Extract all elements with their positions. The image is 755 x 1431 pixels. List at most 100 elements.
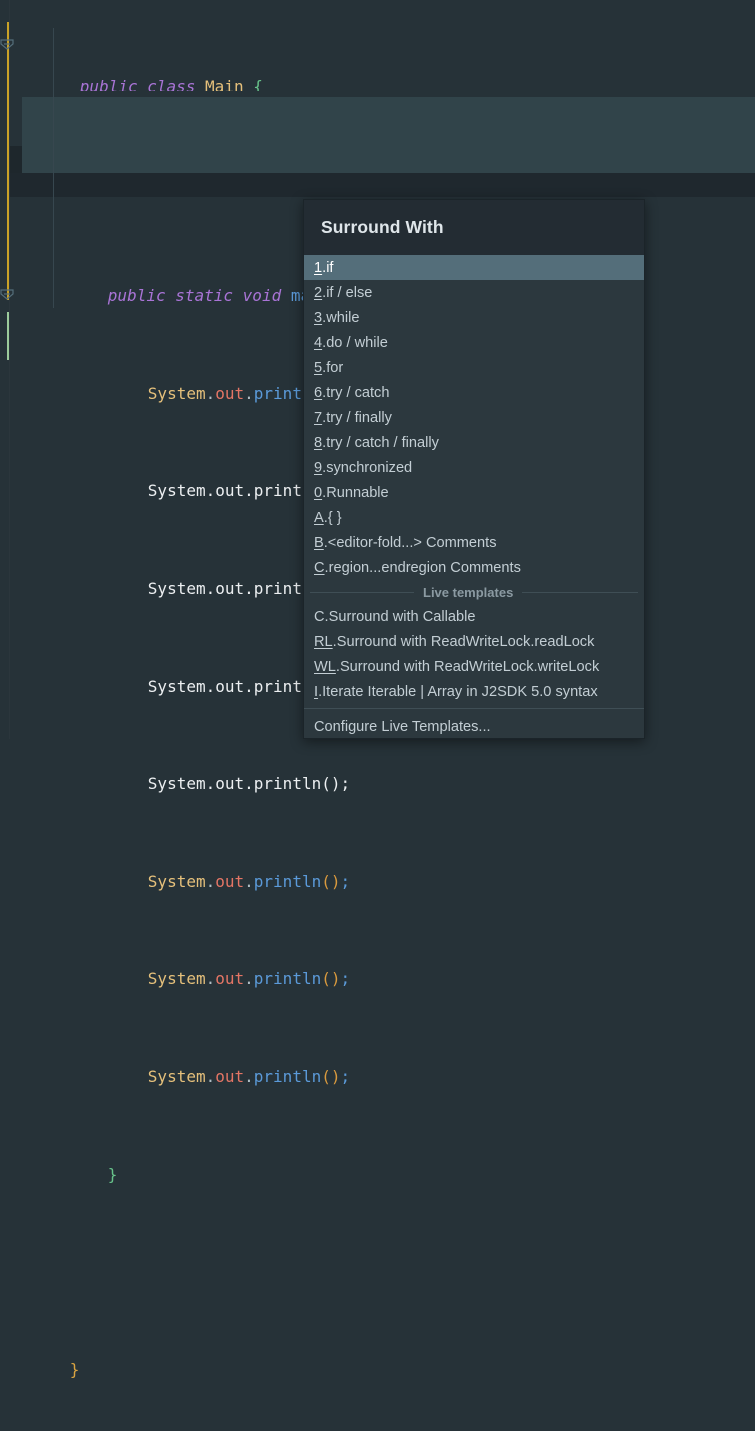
menu-item-3[interactable]: 4. do / while — [304, 330, 644, 355]
token-lparen: ( — [321, 872, 331, 891]
live-template-item-3[interactable]: I. Iterate Iterable | Array in J2SDK 5.0… — [304, 679, 644, 704]
token-lparen: ( — [321, 774, 331, 793]
token-rparen: ) — [331, 774, 341, 793]
token-dot: . — [244, 384, 254, 403]
code-line-close-class: } — [0, 1333, 755, 1357]
menu-item-label: region...endregion Comments — [329, 560, 521, 576]
token-system: System — [148, 677, 206, 696]
token-dot: . — [206, 384, 216, 403]
token-out: out — [215, 677, 244, 696]
token-dot: . — [206, 774, 216, 793]
token-rparen: ) — [331, 969, 341, 988]
menu-item-label: { } — [328, 510, 342, 526]
token-system: System — [148, 872, 206, 891]
token-dot: . — [244, 969, 254, 988]
token-keyword-public: public — [80, 77, 138, 91]
menu-item-label: if — [326, 260, 333, 276]
token-println: println — [254, 1067, 321, 1086]
menu-item-label: try / finally — [326, 410, 392, 426]
menu-item-mnemonic: 8 — [314, 435, 322, 451]
live-template-item-2[interactable]: WL. Surround with ReadWriteLock.writeLoc… — [304, 654, 644, 679]
menu-item-mnemonic: WL — [314, 659, 336, 675]
token-dot: . — [244, 579, 254, 598]
code-line-println: System.out.println(); — [0, 845, 755, 869]
token-space — [233, 286, 243, 305]
token-dot: . — [206, 969, 216, 988]
menu-item-label: do / while — [326, 335, 388, 351]
menu-item-2[interactable]: 3. while — [304, 305, 644, 330]
configure-live-templates-item[interactable]: Configure Live Templates... — [304, 713, 644, 739]
code-line: public class Main { — [0, 73, 755, 91]
live-templates-menu-list[interactable]: C . Surround with CallableRL. Surround w… — [304, 604, 644, 704]
separator-line-right — [522, 592, 638, 593]
token-system: System — [148, 1067, 206, 1086]
token-keyword-void: void — [243, 286, 282, 305]
menu-item-mnemonic: 0 — [314, 485, 322, 501]
token-dot: . — [206, 677, 216, 696]
menu-item-12[interactable]: C. region...endregion Comments — [304, 555, 644, 580]
token-dot: . — [206, 1067, 216, 1086]
separator-line-left — [310, 592, 414, 593]
live-templates-separator: Live templates — [304, 580, 644, 604]
token-out: out — [215, 1067, 244, 1086]
token-dot: . — [244, 1067, 254, 1086]
token-out: out — [215, 969, 244, 988]
menu-item-0[interactable]: 1. if — [304, 255, 644, 280]
menu-item-4[interactable]: 5. for — [304, 355, 644, 380]
popup-title: Surround With — [321, 217, 444, 238]
token-system: System — [148, 969, 206, 988]
menu-item-mnemonic: 5 — [314, 360, 322, 376]
menu-item-label: <editor-fold...> Comments — [328, 535, 497, 551]
token-dot: . — [244, 677, 254, 696]
token-out: out — [215, 579, 244, 598]
menu-item-9[interactable]: 0. Runnable — [304, 480, 644, 505]
token-out: out — [215, 872, 244, 891]
menu-item-mnemonic: C — [314, 560, 325, 576]
token-rparen: ) — [331, 872, 341, 891]
menu-item-label: for — [326, 360, 343, 376]
separator-label: Live templates — [414, 585, 522, 600]
token-out: out — [215, 481, 244, 500]
token-rparen: ) — [331, 1067, 341, 1086]
code-line-blank — [0, 164, 755, 186]
menu-item-mnemonic: C — [314, 609, 325, 625]
token-rbrace: } — [70, 1360, 80, 1379]
token-dot: . — [244, 872, 254, 891]
token-println: println — [254, 969, 321, 988]
live-template-item-1[interactable]: RL. Surround with ReadWriteLock.readLock — [304, 629, 644, 654]
menu-item-label: synchronized — [326, 460, 412, 476]
token-lparen: ( — [321, 1067, 331, 1086]
configure-live-templates-label: Configure Live Templates... — [314, 719, 491, 735]
surround-with-popup[interactable]: Surround With 1. if2. if / else3. while4… — [303, 199, 645, 739]
token-keyword-static: static — [175, 286, 233, 305]
menu-item-mnemonic: 3 — [314, 310, 322, 326]
menu-item-mnemonic: A — [314, 510, 324, 526]
menu-item-6[interactable]: 7. try / finally — [304, 405, 644, 430]
live-template-item-0[interactable]: C . Surround with Callable — [304, 604, 644, 629]
token-system: System — [148, 579, 206, 598]
menu-item-8[interactable]: 9. synchronized — [304, 455, 644, 480]
menu-item-label: Surround with Callable — [329, 609, 476, 625]
token-println: println — [254, 774, 321, 793]
menu-item-label: Surround with ReadWriteLock.readLock — [337, 634, 595, 650]
token-keyword-public: public — [108, 286, 166, 305]
token-space — [138, 77, 148, 91]
menu-item-5[interactable]: 6. try / catch — [304, 380, 644, 405]
menu-item-label: try / catch / finally — [326, 435, 439, 451]
token-lbrace: { — [253, 77, 263, 91]
menu-item-11[interactable]: B. <editor-fold...> Comments — [304, 530, 644, 555]
token-out: out — [215, 384, 244, 403]
code-line-println: System.out.println(); — [0, 943, 755, 967]
menu-item-10[interactable]: A. { } — [304, 505, 644, 530]
menu-item-label: Iterate Iterable | Array in J2SDK 5.0 sy… — [322, 684, 598, 700]
token-system: System — [148, 384, 206, 403]
token-space — [281, 286, 291, 305]
code-line-close-method: } — [0, 1138, 755, 1162]
menu-item-1[interactable]: 2. if / else — [304, 280, 644, 305]
menu-item-mnemonic: 1 — [314, 260, 322, 276]
menu-item-mnemonic: 9 — [314, 460, 322, 476]
menu-item-label: Runnable — [326, 485, 388, 501]
surround-with-menu-list[interactable]: 1. if2. if / else3. while4. do / while5.… — [304, 255, 644, 580]
menu-item-7[interactable]: 8. try / catch / finally — [304, 430, 644, 455]
code-line-println-selected: System.out.println(); — [0, 748, 755, 772]
